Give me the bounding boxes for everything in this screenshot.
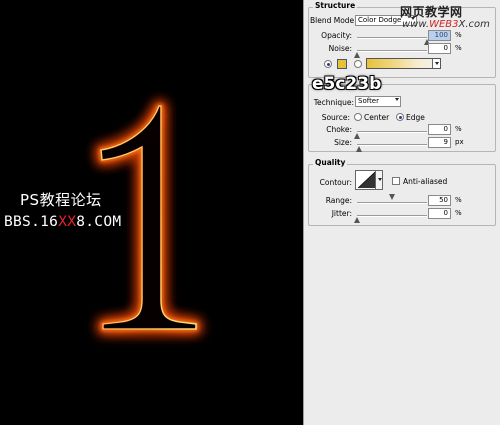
size-slider-thumb[interactable] (356, 146, 363, 152)
opacity-unit: % (455, 31, 462, 39)
solid-color-radio[interactable] (324, 60, 332, 68)
choke-unit: % (455, 125, 462, 133)
size-input[interactable]: 9 (428, 137, 451, 148)
range-unit: % (455, 196, 462, 204)
structure-title: Structure (313, 1, 358, 10)
noise-slider[interactable] (357, 50, 427, 52)
choke-input[interactable]: 0 (428, 124, 451, 135)
forum-url-prefix: BBS.16 (4, 214, 59, 230)
choke-label: Choke: (326, 125, 352, 134)
technique-select[interactable]: Softer (355, 96, 401, 107)
gradient-picker[interactable] (366, 58, 441, 69)
noise-unit: % (455, 44, 462, 52)
noise-slider-thumb[interactable] (353, 52, 360, 58)
range-label: Range: (325, 196, 352, 205)
jitter-slider-thumb[interactable] (353, 217, 360, 223)
noise-input[interactable]: 0 (428, 43, 451, 54)
jitter-label: Jitter: (331, 209, 352, 218)
chevron-down-icon (377, 178, 382, 181)
anti-aliased-checkbox[interactable] (392, 177, 400, 185)
site-url-mid: WEB3 (429, 19, 459, 30)
source-center-label: Center (364, 113, 390, 122)
site-watermark-url: www.WEB3X.com (402, 19, 490, 30)
jitter-input[interactable]: 0 (428, 208, 451, 219)
size-slider[interactable] (357, 144, 427, 146)
blend-mode-label: Blend Mode: (310, 16, 357, 25)
forum-url-suffix: 8.COM (76, 214, 122, 230)
opacity-label: Opacity: (321, 31, 352, 40)
forum-url-highlight: XX (58, 214, 77, 230)
contour-picker[interactable] (355, 170, 383, 190)
forum-watermark-url: BBS.16XX8.COM (4, 214, 121, 230)
contour-label: Contour: (319, 178, 352, 187)
site-watermark-chinese: 网页教学网 (400, 5, 463, 19)
size-unit: px (455, 138, 464, 146)
technique-value: Softer (358, 97, 379, 105)
noise-label: Noise: (328, 44, 352, 53)
contour-linear-icon (357, 171, 376, 189)
site-url-prefix: www. (402, 19, 430, 30)
inner-glow-settings-panel: Structure Blend Mode: Color Dodge Opacit… (303, 0, 500, 425)
jitter-unit: % (455, 209, 462, 217)
range-slider[interactable] (357, 202, 427, 204)
source-edge-radio[interactable] (396, 113, 404, 121)
glow-color-swatch[interactable] (337, 59, 347, 69)
choke-slider[interactable] (357, 131, 427, 133)
blend-mode-value: Color Dodge (358, 16, 402, 24)
choke-slider-thumb[interactable] (353, 133, 360, 139)
quality-title: Quality (313, 158, 348, 167)
chevron-down-icon (395, 98, 399, 101)
jitter-slider[interactable] (357, 215, 427, 217)
color-hex-annotation: e5c23b (312, 74, 382, 94)
opacity-slider[interactable] (357, 37, 427, 39)
range-input[interactable]: 50 (428, 195, 451, 206)
source-center-radio[interactable] (354, 113, 362, 121)
range-slider-thumb[interactable] (388, 194, 395, 200)
glowing-numeral-one (0, 0, 303, 425)
gradient-radio[interactable] (354, 60, 362, 68)
size-label: Size: (334, 138, 352, 147)
source-label: Source: (321, 113, 350, 122)
forum-watermark-chinese: PS教程论坛 (20, 191, 102, 209)
chevron-down-icon (435, 62, 439, 65)
source-edge-label: Edge (406, 113, 425, 122)
technique-label: Technique: (313, 98, 354, 107)
opacity-input[interactable]: 100 (428, 30, 451, 41)
anti-aliased-label: Anti-aliased (403, 177, 448, 186)
site-url-suffix: X.com (458, 19, 490, 30)
document-canvas: 1 PS教程论坛 BBS.16XX8.COM (0, 0, 303, 425)
